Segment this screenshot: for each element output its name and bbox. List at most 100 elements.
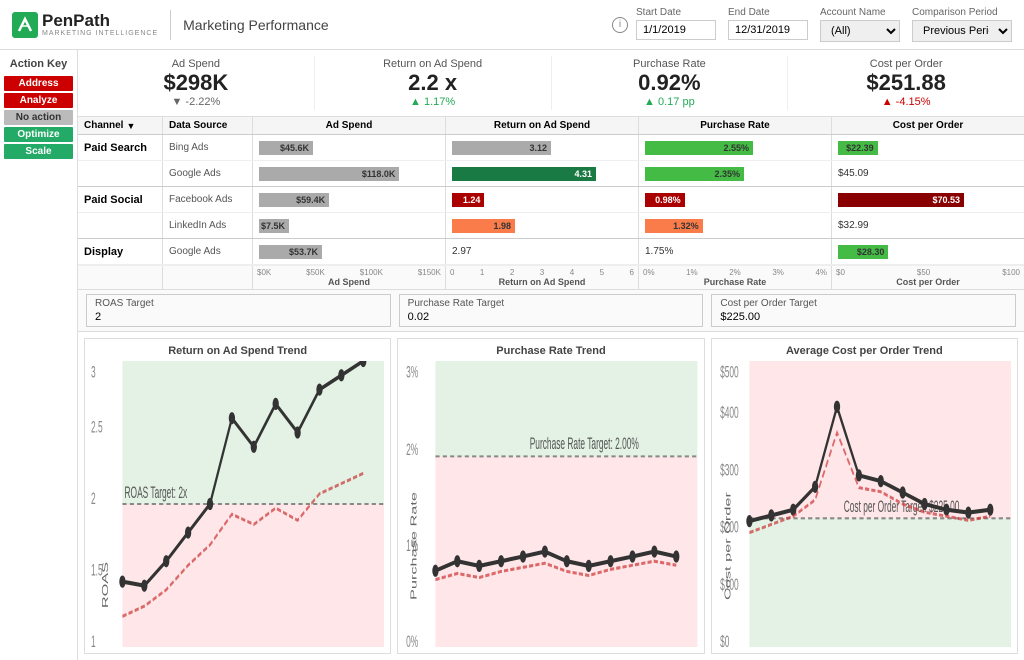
ak-noaction: No action	[4, 110, 73, 125]
source-cell: Bing Ads	[163, 135, 253, 160]
kpi-row: Ad Spend $298K ▼ -2.22% Return on Ad Spe…	[78, 50, 1024, 117]
info-icon[interactable]: i	[612, 17, 628, 33]
cpo-cell: $22.39	[832, 135, 1024, 160]
channel-cell: Paid Search	[78, 135, 163, 160]
table-header: Channel ▼ Data Source Ad Spend Return on…	[78, 117, 1024, 135]
svg-text:3: 3	[91, 362, 96, 381]
kpi-adspend: Ad Spend $298K ▼ -2.22%	[78, 56, 315, 110]
svg-text:Cost per Order: Cost per Order	[722, 491, 732, 600]
comparison-group: Comparison Period Previous Period	[912, 7, 1012, 42]
axis-cpo: $0$50$100 Cost per Order	[832, 266, 1024, 289]
svg-text:Purchase Rate: Purchase Rate	[409, 492, 419, 600]
channel-cell	[78, 161, 163, 186]
start-date-group: Start Date	[636, 7, 716, 40]
kpi-cpo-value: $251.88	[796, 70, 1016, 96]
pr-cell: 0.98%	[639, 187, 832, 212]
svg-text:ROAS: ROAS	[100, 561, 110, 608]
ak-analyze: Analyze	[4, 93, 73, 108]
channel-cell: Display	[78, 239, 163, 264]
account-group: Account Name (All)	[820, 7, 900, 42]
roas-target-label: ROAS Target	[95, 298, 382, 309]
roas-chart-title: Return on Ad Spend Trend	[91, 345, 384, 357]
pr-chart: Purchase Rate Trend Purchase Rate Target…	[397, 338, 704, 654]
header-divider	[170, 10, 171, 40]
svg-text:Purchase Rate Target: 2.00%: Purchase Rate Target: 2.00%	[530, 434, 639, 453]
kpi-cpo: Cost per Order $251.88 ▲ -4.15%	[788, 56, 1024, 110]
cpo-chart-area: Cost per Order Target: $225.00 $0 $100 $…	[718, 361, 1011, 647]
kpi-cpo-change: ▲ -4.15%	[796, 96, 1016, 108]
comparison-select[interactable]: Previous Period	[912, 20, 1012, 42]
adspend-cell: $118.0K	[253, 161, 446, 186]
kpi-adspend-value: $298K	[86, 70, 306, 96]
start-date-input[interactable]	[636, 20, 716, 40]
ak-scale: Scale	[4, 144, 73, 159]
svg-text:0%: 0%	[406, 632, 418, 647]
cpo-target-input[interactable]	[720, 311, 1007, 323]
table-row: Paid SocialFacebook Ads$59.4K1.240.98%$7…	[78, 187, 1024, 213]
filter-icon[interactable]: ▼	[126, 121, 135, 131]
roas-cell: 3.12	[446, 135, 639, 160]
cpo-target-label: Cost per Order Target	[720, 298, 1007, 309]
ak-address: Address	[4, 76, 73, 91]
axis-adspend: $0K$50K$100K$150K Ad Spend	[253, 266, 446, 289]
kpi-roas-label: Return on Ad Spend	[323, 58, 543, 70]
kpi-roas: Return on Ad Spend 2.2 x ▲ 1.17%	[315, 56, 552, 110]
table-row: Paid SearchBing Ads$45.6K3.122.55%$22.39	[78, 135, 1024, 161]
channel-cell	[78, 213, 163, 238]
th-channel[interactable]: Channel ▼	[78, 117, 163, 134]
pr-target-input[interactable]	[408, 311, 695, 323]
cpo-target-group: Cost per Order Target	[711, 294, 1016, 327]
svg-text:$400: $400	[720, 403, 739, 422]
svg-text:ROAS Target: 2x: ROAS Target: 2x	[125, 483, 188, 502]
pr-chart-area: Purchase Rate Target: 2.00% 0% 1% 2% 3% …	[404, 361, 697, 647]
adspend-cell: $53.7K	[253, 239, 446, 264]
th-adspend: Ad Spend	[253, 117, 446, 134]
roas-target-input[interactable]	[95, 311, 382, 323]
source-cell: Facebook Ads	[163, 187, 253, 212]
th-datasource: Data Source	[163, 117, 253, 134]
cpo-chart: Average Cost per Order Trend Cost per Or…	[711, 338, 1018, 654]
svg-text:$0: $0	[720, 632, 729, 647]
account-select[interactable]: (All)	[820, 20, 900, 42]
targets-row: ROAS Target Purchase Rate Target Cost pe…	[78, 290, 1024, 332]
cpo-cell: $28.30	[832, 239, 1024, 264]
svg-text:$300: $300	[720, 460, 739, 479]
table-row: LinkedIn Ads$7.5K1.981.32%$32.99	[78, 213, 1024, 239]
header-fields: Start Date End Date Account Name (All) C…	[636, 7, 1012, 42]
adspend-cell: $45.6K	[253, 135, 446, 160]
th-pr: Purchase Rate	[639, 117, 832, 134]
ak-optimize: Optimize	[4, 127, 73, 142]
pr-cell: 2.55%	[639, 135, 832, 160]
cpo-chart-title: Average Cost per Order Trend	[718, 345, 1011, 357]
adspend-cell: $7.5K	[253, 213, 446, 238]
adspend-cell: $59.4K	[253, 187, 446, 212]
action-key-sidebar: Action Key Address Analyze No action Opt…	[0, 50, 78, 660]
th-roas: Return on Ad Spend	[446, 117, 639, 134]
pr-chart-title: Purchase Rate Trend	[404, 345, 697, 357]
table-row: DisplayGoogle Ads$53.7K2.971.75%$28.30	[78, 239, 1024, 265]
header: PenPath MARKETING INTELLIGENCE Marketing…	[0, 0, 1024, 50]
roas-chart-area: ROAS Target: 2x 1 1.5 2 2.5 3 ROAS	[91, 361, 384, 647]
comparison-label: Comparison Period	[912, 7, 1012, 18]
roas-cell: 1.98	[446, 213, 639, 238]
axis-row: $0K$50K$100K$150K Ad Spend 0123456 Retur…	[78, 265, 1024, 289]
pr-cell: 2.35%	[639, 161, 832, 186]
pr-cell: 1.75%	[639, 239, 832, 264]
pr-target-group: Purchase Rate Target	[399, 294, 704, 327]
roas-cell: 1.24	[446, 187, 639, 212]
roas-cell: 4.31	[446, 161, 639, 186]
table-row: Google Ads$118.0K4.312.35%$45.09	[78, 161, 1024, 187]
pr-target-label: Purchase Rate Target	[408, 298, 695, 309]
logo: PenPath MARKETING INTELLIGENCE	[12, 12, 158, 38]
main: Action Key Address Analyze No action Opt…	[0, 50, 1024, 660]
end-date-input[interactable]	[728, 20, 808, 40]
action-key-title: Action Key	[10, 58, 67, 70]
svg-text:2.5: 2.5	[91, 417, 103, 436]
logo-icon	[12, 12, 38, 38]
cpo-cell: $32.99	[832, 213, 1024, 238]
logo-subtext: MARKETING INTELLIGENCE	[42, 30, 158, 37]
kpi-pr-change: ▲ 0.17 pp	[560, 96, 780, 108]
roas-target-group: ROAS Target	[86, 294, 391, 327]
kpi-cpo-label: Cost per Order	[796, 58, 1016, 70]
kpi-pr: Purchase Rate 0.92% ▲ 0.17 pp	[552, 56, 789, 110]
